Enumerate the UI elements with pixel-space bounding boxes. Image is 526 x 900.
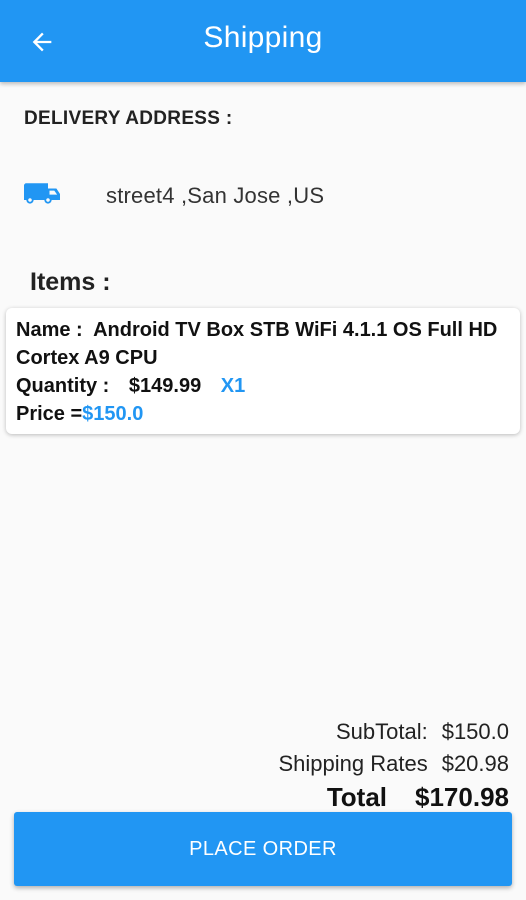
item-card: Name : Android TV Box STB WiFi 4.1.1 OS … [6,308,520,434]
item-name-row: Name : Android TV Box STB WiFi 4.1.1 OS … [16,316,510,372]
subtotal-row: SubTotal: $150.0 [278,716,509,748]
items-heading: Items : [30,268,111,296]
subtotal-value: $150.0 [441,719,509,744]
place-order-button[interactable]: PLACE ORDER [14,812,512,886]
total-value: $170.98 [415,782,509,812]
item-price-label: Price = [16,403,83,425]
total-row: Total $170.98 [278,780,509,814]
shipping-rates-value: $20.98 [441,751,509,776]
item-price: $150.0 [82,403,144,425]
item-name: Android TV Box STB WiFi 4.1.1 OS Full HD… [16,319,498,369]
order-totals: SubTotal: $150.0 Shipping Rates $20.98 Tot… [278,716,509,814]
item-quantity-row: Quantity : $149.99 X1 [16,372,510,400]
delivery-address: street4 ,San Jose ,US [106,183,325,208]
subtotal-label: SubTotal: [335,719,428,744]
item-quantity: X1 [220,375,246,397]
item-price-row: Price =$150.0 [16,400,510,428]
page-title: Shipping [203,21,323,54]
total-label: Total [326,782,388,812]
shipping-rates-label: Shipping Rates [278,751,428,776]
item-quantity-label: Quantity : [16,375,110,397]
delivery-address-label: DELIVERY ADDRESS : [24,108,233,129]
shipping-rates-row: Shipping Rates $20.98 [278,748,509,780]
truck-icon [24,183,60,204]
app-bar: Shipping [0,0,526,82]
item-name-label: Name : [16,319,83,341]
item-unit-price: $149.99 [128,375,202,397]
